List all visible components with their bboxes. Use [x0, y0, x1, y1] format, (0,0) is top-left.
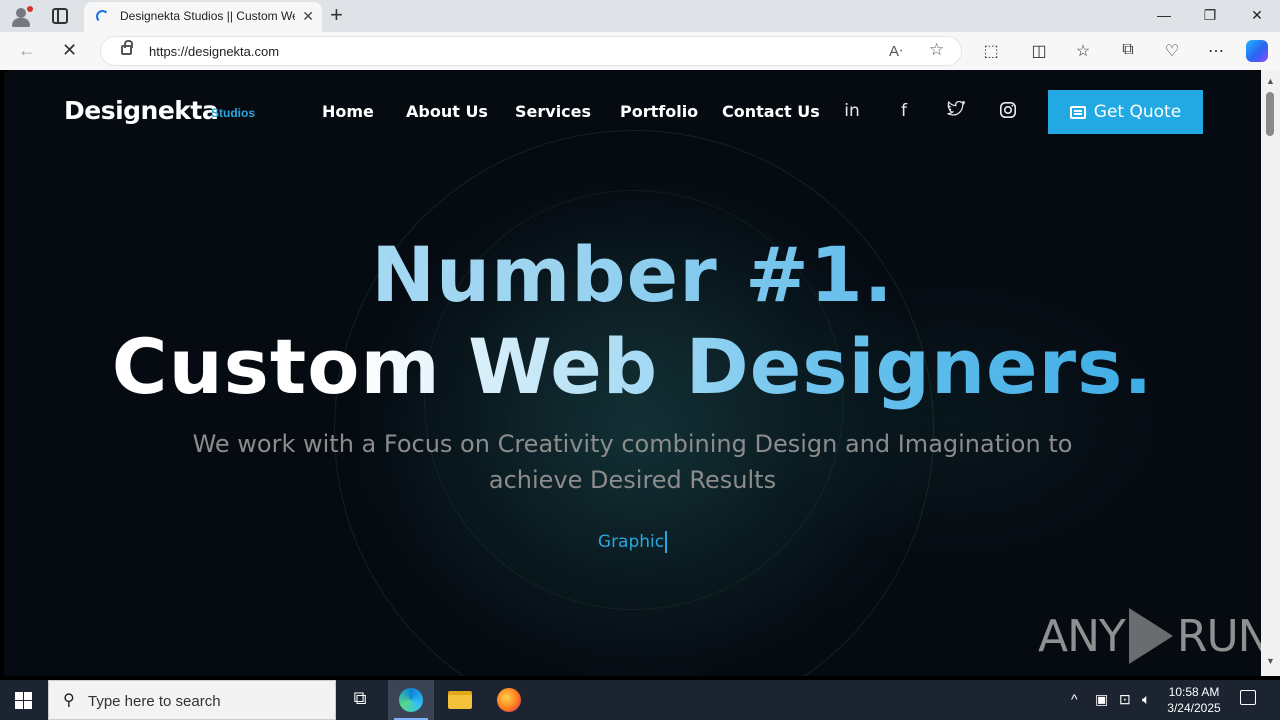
windows-start-icon[interactable]: [15, 692, 32, 709]
lock-icon[interactable]: [121, 40, 133, 55]
network-icon[interactable]: ⊡: [1119, 691, 1131, 708]
extensions-icon[interactable]: ⬚: [980, 41, 1002, 61]
anyrun-watermark: ANY RUN: [1038, 608, 1261, 664]
hero-headline-line1: Number #1.: [4, 230, 1261, 319]
tab-close-button[interactable]: ✕: [302, 8, 314, 25]
instagram-icon[interactable]: [997, 101, 1019, 124]
typed-text: Graphic: [4, 531, 1261, 553]
taskbar-search[interactable]: ⚲ Type here to search: [48, 680, 336, 720]
more-menu-icon[interactable]: ⋯: [1205, 41, 1227, 61]
meet-now-icon[interactable]: ▣: [1095, 691, 1108, 708]
page-scrollbar[interactable]: ▲ ▼: [1261, 70, 1280, 676]
watermark-left: ANY: [1038, 610, 1126, 662]
site-logo-sub[interactable]: Studios: [211, 106, 255, 120]
tab-actions-icon[interactable]: [52, 8, 68, 24]
stop-loading-icon[interactable]: ✕: [62, 40, 77, 61]
close-window-button[interactable]: ✕: [1234, 4, 1280, 26]
edge-icon[interactable]: [399, 688, 423, 712]
tab-strip: Designekta Studios || Custom Web Designe…: [0, 0, 1280, 32]
split-screen-icon[interactable]: ◫: [1028, 41, 1050, 61]
show-hidden-icons-icon[interactable]: ^: [1071, 691, 1078, 707]
firefox-icon[interactable]: [497, 688, 521, 712]
scroll-up-icon[interactable]: ▲: [1266, 76, 1275, 86]
copilot-icon[interactable]: [1246, 40, 1268, 62]
new-tab-button[interactable]: +: [330, 3, 343, 27]
taskbar: ⚲ Type here to search ⧉ ^ ▣ ⊡ 🔈︎ 10:58 A…: [0, 680, 1280, 720]
nav-portfolio[interactable]: Portfolio: [620, 102, 698, 121]
file-explorer-icon[interactable]: [448, 691, 472, 709]
restore-button[interactable]: ❐: [1187, 4, 1233, 26]
system-clock[interactable]: 10:58 AM 3/24/2025: [1164, 684, 1224, 716]
hero-subtitle: We work with a Focus on Creativity combi…: [192, 430, 1073, 494]
loading-spinner-icon: [96, 10, 109, 23]
nav-contact-us[interactable]: Contact Us: [722, 102, 820, 121]
toolbar: ← ✕ https://designekta.com Aᐧ ☆ ⬚ ◫ ☆ ⧉ …: [0, 32, 1280, 70]
typed-word: Graphic: [597, 532, 665, 552]
read-aloud-icon[interactable]: Aᐧ: [889, 42, 903, 60]
scroll-thumb[interactable]: [1266, 92, 1274, 136]
clock-time: 10:58 AM: [1168, 685, 1220, 699]
volume-icon[interactable]: 🔈︎: [1142, 691, 1150, 708]
favorite-star-icon[interactable]: ☆: [929, 40, 944, 60]
get-quote-label: Get Quote: [1093, 102, 1182, 122]
minimize-button[interactable]: —: [1141, 4, 1187, 26]
facebook-icon[interactable]: f: [893, 101, 915, 121]
notifications-icon[interactable]: [1240, 690, 1256, 705]
watermark-right: RUN: [1176, 610, 1261, 662]
nav-services[interactable]: Services: [515, 102, 591, 121]
play-icon: [1128, 608, 1173, 664]
get-quote-button[interactable]: Get Quote: [1048, 90, 1203, 134]
task-view-icon[interactable]: ⧉: [347, 688, 373, 712]
collections-icon[interactable]: ⧉: [1117, 41, 1139, 59]
search-icon: ⚲: [63, 692, 75, 709]
text-caret: [665, 531, 668, 553]
search-placeholder: Type here to search: [88, 693, 221, 710]
profile-icon[interactable]: [10, 6, 33, 28]
nav-home[interactable]: Home: [322, 102, 374, 121]
nav-about-us[interactable]: About Us: [406, 102, 488, 121]
browser-tab[interactable]: Designekta Studios || Custom Web Designe…: [84, 2, 322, 32]
clock-date: 3/24/2025: [1167, 701, 1221, 715]
address-bar[interactable]: https://designekta.com Aᐧ ☆: [100, 36, 962, 66]
browser-essentials-icon[interactable]: ♡: [1161, 41, 1183, 61]
site-logo[interactable]: Designekta: [64, 96, 219, 125]
scroll-down-icon[interactable]: ▼: [1266, 656, 1275, 666]
page-viewport: Designekta Studios Home About Us Service…: [4, 70, 1261, 676]
favorites-icon[interactable]: ☆: [1072, 41, 1094, 61]
linkedin-icon[interactable]: in: [841, 101, 863, 121]
chat-icon: [1069, 105, 1086, 119]
hero-headline-line2: Custom Web Designers.: [4, 322, 1261, 411]
twitter-icon[interactable]: [945, 100, 967, 122]
url-text[interactable]: https://designekta.com: [149, 44, 279, 59]
back-arrow-icon[interactable]: ←: [18, 40, 36, 61]
tab-title: Designekta Studios || Custom Web Designe…: [120, 9, 295, 23]
